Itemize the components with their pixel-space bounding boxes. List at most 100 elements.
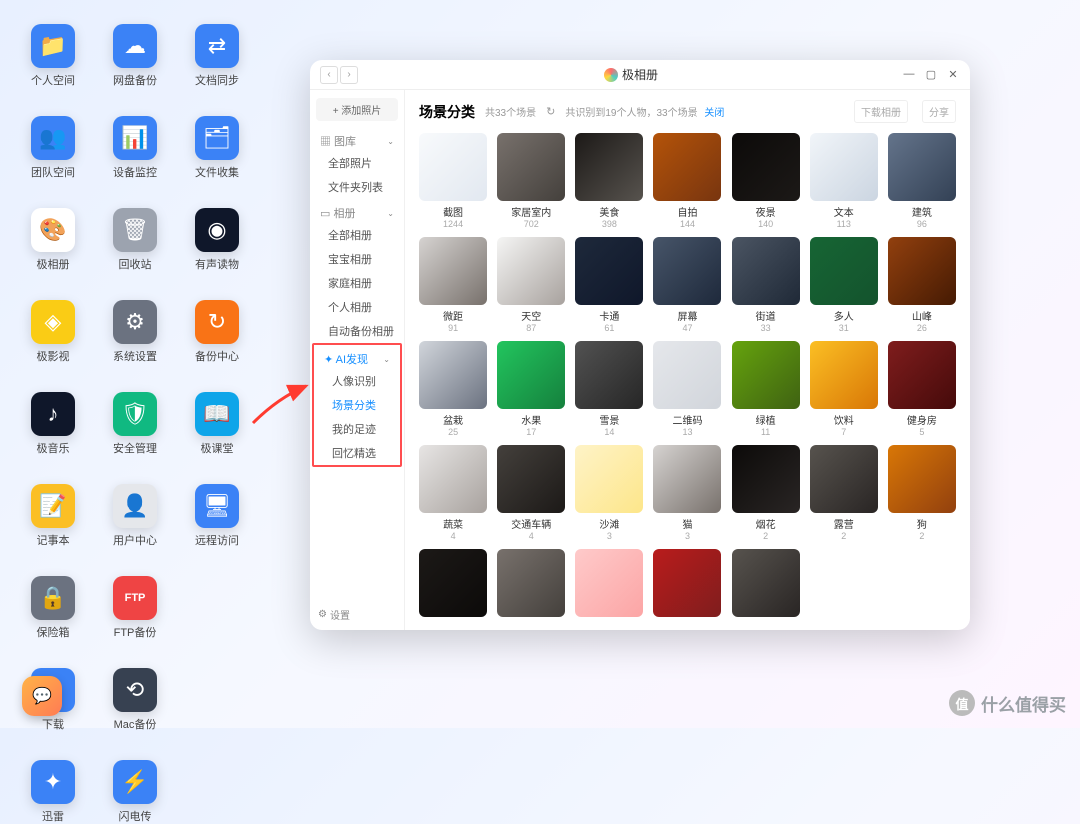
scene-tile[interactable]: 雪景14 (575, 341, 643, 437)
sidebar-item[interactable]: 全部相册 (310, 223, 404, 247)
scene-tile[interactable]: 截图1244 (419, 133, 487, 229)
scene-tile[interactable]: 露营2 (810, 445, 878, 541)
sidebar-item[interactable]: 宝宝相册 (310, 247, 404, 271)
scene-tile[interactable]: 饮料7 (810, 341, 878, 437)
scene-thumbnail (732, 341, 800, 409)
app-logo-icon (604, 68, 618, 82)
scene-thumbnail (497, 237, 565, 305)
desktop-icon[interactable]: 👤用户中心 (94, 484, 176, 548)
maximize-button[interactable]: ▢ (924, 68, 938, 81)
scene-name: 街道 (756, 308, 776, 323)
desktop-icon[interactable]: ⇄文档同步 (176, 24, 258, 88)
sidebar-section[interactable]: ▭ 相册⌄ (310, 199, 404, 223)
scene-tile[interactable]: 街道33 (732, 237, 800, 333)
scene-tile[interactable]: 文本113 (810, 133, 878, 229)
sidebar-item[interactable]: 场景分类 (314, 393, 400, 417)
desktop-icon[interactable]: 📊设备监控 (94, 116, 176, 180)
scene-tile[interactable]: 卡通61 (575, 237, 643, 333)
add-photo-button[interactable]: + 添加照片 (316, 98, 398, 121)
ai-discovery-highlight: ✦ AI发现⌄人像识别场景分类我的足迹回忆精选 (312, 343, 402, 467)
scene-name: 美食 (599, 204, 619, 219)
scene-tile[interactable] (497, 549, 565, 620)
sidebar-item[interactable]: 文件夹列表 (310, 175, 404, 199)
scene-tile[interactable]: 天空87 (497, 237, 565, 333)
share-button[interactable]: 分享 (922, 100, 956, 123)
sidebar: + 添加照片 ▦ 图库⌄全部照片文件夹列表▭ 相册⌄全部相册宝宝相册家庭相册个人… (310, 90, 405, 630)
desktop-icon[interactable]: 📖极课堂 (176, 392, 258, 456)
scene-tile[interactable]: 盆栽25 (419, 341, 487, 437)
scene-tile[interactable]: 狗2 (888, 445, 956, 541)
sidebar-section[interactable]: ▦ 图库⌄ (310, 127, 404, 151)
sidebar-item[interactable]: 家庭相册 (310, 271, 404, 295)
scene-tile[interactable] (653, 549, 721, 620)
desktop-icon[interactable]: 🎨极相册 (12, 208, 94, 272)
scene-tile[interactable]: 交通车辆4 (497, 445, 565, 541)
desktop-icon[interactable]: ↻备份中心 (176, 300, 258, 364)
scene-tile[interactable] (732, 549, 800, 620)
scene-tile[interactable]: 美食398 (575, 133, 643, 229)
desktop-icon[interactable]: 👥团队空间 (12, 116, 94, 180)
scene-tile[interactable] (419, 549, 487, 620)
refresh-icon[interactable]: ↻ (546, 105, 555, 118)
scene-tile[interactable]: 猫3 (653, 445, 721, 541)
titlebar: ‹ › 极相册 — ▢ ✕ (310, 60, 970, 90)
scene-tile[interactable]: 微距91 (419, 237, 487, 333)
minimize-button[interactable]: — (902, 68, 916, 81)
desktop-icon[interactable]: FTPFTP备份 (94, 576, 176, 640)
scene-tile[interactable] (575, 549, 643, 620)
download-album-button[interactable]: 下载相册 (854, 100, 908, 123)
close-link[interactable]: 关闭 (704, 108, 724, 119)
scene-tile[interactable]: 沙滩3 (575, 445, 643, 541)
scene-tile[interactable]: 屏幕47 (653, 237, 721, 333)
sidebar-item[interactable]: 回忆精选 (314, 441, 400, 465)
desktop-icon[interactable]: ⚡闪电传 (94, 760, 176, 824)
sidebar-item[interactable]: 人像识别 (314, 369, 400, 393)
desktop-icon[interactable]: 🗂文件收集 (176, 116, 258, 180)
scene-tile[interactable]: 建筑96 (888, 133, 956, 229)
scene-name: 微距 (443, 308, 463, 323)
sidebar-section-ai[interactable]: ✦ AI发现⌄ (314, 345, 400, 369)
scene-tile[interactable]: 自拍144 (653, 133, 721, 229)
desktop-icon[interactable]: 🖥远程访问 (176, 484, 258, 548)
desktop-icon[interactable]: ✦迅雷 (12, 760, 94, 824)
scene-thumbnail (575, 237, 643, 305)
watermark: 值 什么值得买 (949, 690, 1066, 716)
scene-tile[interactable]: 烟花2 (732, 445, 800, 541)
scene-tile[interactable]: 夜景140 (732, 133, 800, 229)
scene-thumbnail (497, 445, 565, 513)
scene-tile[interactable]: 蔬菜4 (419, 445, 487, 541)
scene-tile[interactable]: 水果17 (497, 341, 565, 437)
scene-tile[interactable]: 健身房5 (888, 341, 956, 437)
desktop-icon[interactable]: 📁个人空间 (12, 24, 94, 88)
desktop-icon[interactable]: ◉有声读物 (176, 208, 258, 272)
desktop-icon[interactable]: 🗑回收站 (94, 208, 176, 272)
close-button[interactable]: ✕ (946, 68, 960, 81)
scene-thumbnail (888, 445, 956, 513)
desktop-icon[interactable]: 📝记事本 (12, 484, 94, 548)
scene-tile[interactable]: 家居室内702 (497, 133, 565, 229)
nav-back-button[interactable]: ‹ (320, 66, 338, 84)
scene-count: 702 (524, 219, 539, 229)
desktop-icon[interactable]: ⟲Mac备份 (94, 668, 176, 732)
scene-tile[interactable]: 多人31 (810, 237, 878, 333)
sidebar-item[interactable]: 个人相册 (310, 295, 404, 319)
scene-thumbnail (732, 445, 800, 513)
nav-forward-button[interactable]: › (340, 66, 358, 84)
desktop-icon[interactable]: 🛡安全管理 (94, 392, 176, 456)
sidebar-item[interactable]: 全部照片 (310, 151, 404, 175)
scene-name: 二维码 (672, 412, 702, 427)
scene-tile[interactable]: 二维码13 (653, 341, 721, 437)
scene-thumbnail (653, 237, 721, 305)
sidebar-item[interactable]: 自动备份相册 (310, 319, 404, 343)
desktop-icon[interactable]: ◈极影视 (12, 300, 94, 364)
scene-tile[interactable]: 山峰26 (888, 237, 956, 333)
annotation-arrow (248, 378, 318, 428)
desktop-icon[interactable]: ⚙系统设置 (94, 300, 176, 364)
sidebar-item[interactable]: 我的足迹 (314, 417, 400, 441)
desktop-icon[interactable]: 🔒保险箱 (12, 576, 94, 640)
scene-tile[interactable]: 绿植11 (732, 341, 800, 437)
chat-bubble-button[interactable]: 💬 (22, 676, 62, 716)
settings-button[interactable]: ⚙ 设置 (318, 607, 350, 622)
desktop-icon[interactable]: ♪极音乐 (12, 392, 94, 456)
desktop-icon[interactable]: ☁网盘备份 (94, 24, 176, 88)
